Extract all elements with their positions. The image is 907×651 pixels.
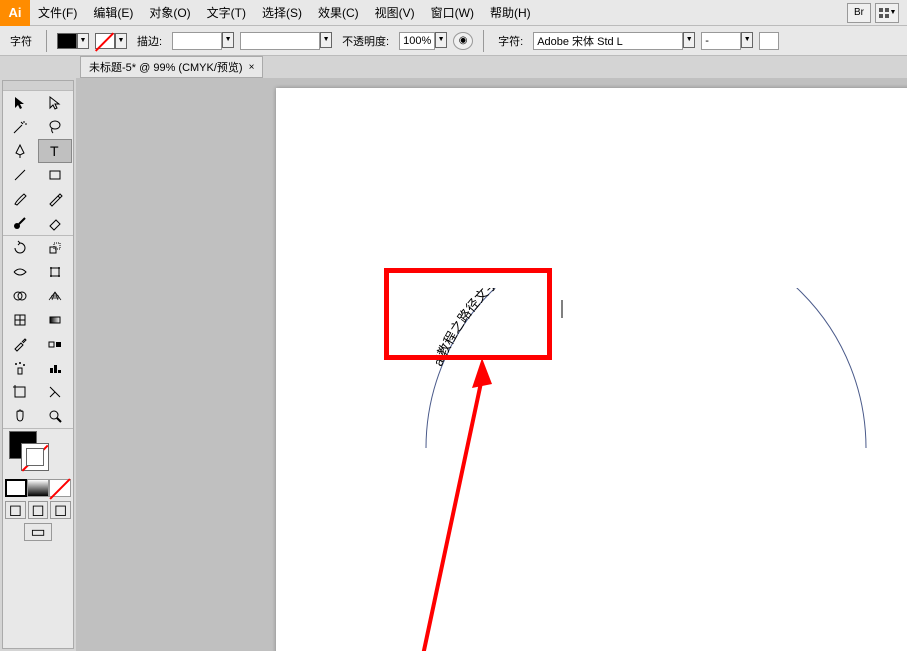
- menu-help[interactable]: 帮助(H): [482, 0, 539, 26]
- tool-grid: T: [3, 91, 73, 428]
- menu-object[interactable]: 对象(O): [141, 0, 198, 26]
- color-mode-row: [3, 477, 73, 499]
- free-transform-tool[interactable]: [38, 260, 72, 284]
- paintbrush-tool[interactable]: [3, 187, 37, 211]
- tool-panel-grip[interactable]: [3, 81, 73, 91]
- app-logo: Ai: [0, 0, 30, 26]
- gradient-tool[interactable]: [38, 308, 72, 332]
- draw-normal[interactable]: ◻: [5, 501, 26, 519]
- bridge-button[interactable]: Br: [847, 3, 871, 23]
- eyedropper-tool[interactable]: [3, 332, 37, 356]
- mesh-tool[interactable]: [3, 308, 37, 332]
- tool-panel: T: [2, 80, 74, 649]
- annotation-highlight-box: [384, 268, 552, 360]
- pen-tool[interactable]: [3, 139, 37, 163]
- type-tool[interactable]: T: [38, 139, 72, 163]
- document-tab-bar: 未标题-5* @ 99% (CMYK/预览) ×: [0, 56, 907, 78]
- color-mode-solid[interactable]: [5, 479, 27, 497]
- draw-behind[interactable]: ◻: [28, 501, 49, 519]
- menu-effect[interactable]: 效果(C): [310, 0, 367, 26]
- stroke-color-control[interactable]: ▼: [95, 33, 127, 49]
- arrange-documents-button[interactable]: ▼: [875, 3, 899, 23]
- stroke-swatch[interactable]: [21, 443, 49, 471]
- menu-file[interactable]: 文件(F): [30, 0, 85, 26]
- symbol-sprayer-tool[interactable]: [3, 356, 37, 380]
- color-mode-gradient[interactable]: [27, 479, 49, 497]
- stroke-weight-control[interactable]: ▼: [172, 32, 234, 50]
- lasso-tool[interactable]: [38, 115, 72, 139]
- menu-view[interactable]: 视图(V): [367, 0, 423, 26]
- variable-width-profile[interactable]: ▼: [240, 32, 332, 50]
- hand-tool[interactable]: [3, 404, 37, 428]
- width-tool[interactable]: [3, 260, 37, 284]
- menubar: Ai 文件(F) 编辑(E) 对象(O) 文字(T) 选择(S) 效果(C) 视…: [0, 0, 907, 26]
- slice-tool[interactable]: [38, 380, 72, 404]
- menu-select[interactable]: 选择(S): [254, 0, 310, 26]
- menu-edit[interactable]: 编辑(E): [85, 0, 141, 26]
- draw-mode-row: ◻ ◻ ◻: [3, 499, 73, 521]
- canvas-area[interactable]: ai教程之路径文字: [76, 78, 907, 651]
- menu-items: 文件(F) 编辑(E) 对象(O) 文字(T) 选择(S) 效果(C) 视图(V…: [30, 0, 539, 26]
- column-graph-tool[interactable]: [38, 356, 72, 380]
- fill-stroke-section: [3, 429, 73, 477]
- draw-inside[interactable]: ◻: [50, 501, 71, 519]
- opacity-control[interactable]: ▼: [399, 32, 447, 50]
- font-style-control[interactable]: ▼: [701, 32, 753, 50]
- main-area: T: [0, 78, 907, 651]
- character-panel-label: 字符:: [494, 33, 527, 49]
- annotation-arrow: [396, 348, 556, 651]
- screen-mode-button[interactable]: ▭: [24, 523, 52, 541]
- document-tab[interactable]: 未标题-5* @ 99% (CMYK/预览) ×: [80, 56, 263, 78]
- font-family-control[interactable]: ▼: [533, 32, 695, 50]
- stroke-label: 描边:: [133, 33, 166, 49]
- opacity-label: 不透明度:: [338, 33, 393, 49]
- color-mode-none[interactable]: [49, 479, 71, 497]
- eraser-tool[interactable]: [38, 211, 72, 235]
- document-tab-title: 未标题-5* @ 99% (CMYK/预览): [89, 59, 243, 75]
- fill-color-control[interactable]: ▼: [57, 33, 89, 49]
- recolor-artwork-icon[interactable]: ◉: [453, 32, 473, 50]
- direct-selection-tool[interactable]: [38, 91, 72, 115]
- artboard-tool[interactable]: [3, 380, 37, 404]
- scale-tool[interactable]: [38, 236, 72, 260]
- font-size-control[interactable]: [759, 32, 779, 50]
- zoom-tool[interactable]: [38, 404, 72, 428]
- selection-tool[interactable]: [3, 91, 37, 115]
- rotate-tool[interactable]: [3, 236, 37, 260]
- close-tab-icon[interactable]: ×: [249, 62, 255, 73]
- blob-brush-tool[interactable]: [3, 211, 37, 235]
- menu-type[interactable]: 文字(T): [199, 0, 254, 26]
- rectangle-tool[interactable]: [38, 163, 72, 187]
- perspective-grid-tool[interactable]: [38, 284, 72, 308]
- shape-builder-tool[interactable]: [3, 284, 37, 308]
- pencil-tool[interactable]: [38, 187, 72, 211]
- magic-wand-tool[interactable]: [3, 115, 37, 139]
- blend-tool[interactable]: [38, 332, 72, 356]
- line-tool[interactable]: [3, 163, 37, 187]
- menu-window[interactable]: 窗口(W): [423, 0, 482, 26]
- character-label: 字符: [6, 33, 36, 49]
- options-bar: 字符 ▼ ▼ 描边: ▼ ▼ 不透明度: ▼ ◉ 字符: ▼ ▼: [0, 26, 907, 56]
- svg-text:T: T: [50, 143, 59, 159]
